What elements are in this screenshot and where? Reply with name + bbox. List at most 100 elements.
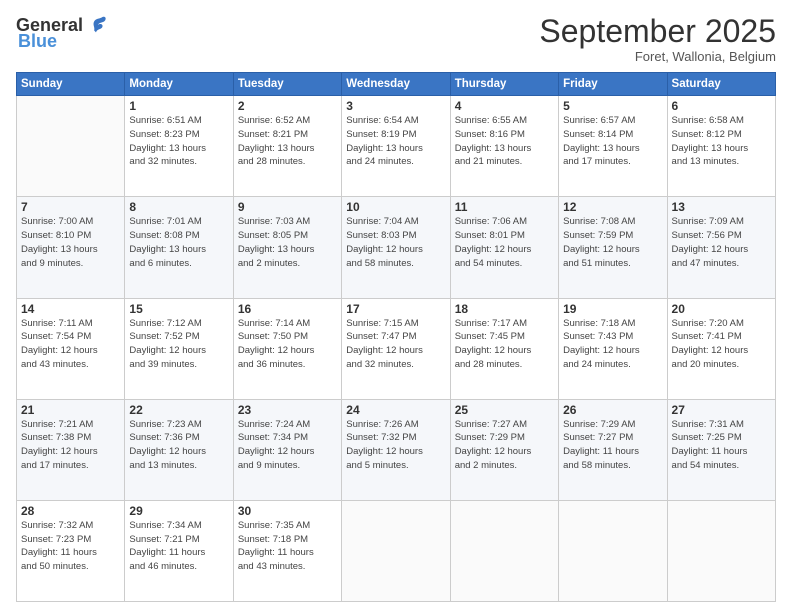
day-info: Sunrise: 6:58 AMSunset: 8:12 PMDaylight:…	[672, 114, 771, 169]
calendar-cell: 3Sunrise: 6:54 AMSunset: 8:19 PMDaylight…	[342, 96, 450, 197]
calendar-cell: 2Sunrise: 6:52 AMSunset: 8:21 PMDaylight…	[233, 96, 341, 197]
calendar-cell: 8Sunrise: 7:01 AMSunset: 8:08 PMDaylight…	[125, 197, 233, 298]
calendar-cell: 12Sunrise: 7:08 AMSunset: 7:59 PMDayligh…	[559, 197, 667, 298]
header: General Blue September 2025 Foret, Wallo…	[16, 14, 776, 64]
day-number: 11	[455, 200, 554, 214]
page: General Blue September 2025 Foret, Wallo…	[0, 0, 792, 612]
day-number: 6	[672, 99, 771, 113]
day-info: Sunrise: 7:21 AMSunset: 7:38 PMDaylight:…	[21, 418, 120, 473]
calendar-cell: 19Sunrise: 7:18 AMSunset: 7:43 PMDayligh…	[559, 298, 667, 399]
calendar-week-row: 14Sunrise: 7:11 AMSunset: 7:54 PMDayligh…	[17, 298, 776, 399]
month-title: September 2025	[539, 14, 776, 49]
day-number: 18	[455, 302, 554, 316]
day-info: Sunrise: 7:20 AMSunset: 7:41 PMDaylight:…	[672, 317, 771, 372]
calendar-cell: 7Sunrise: 7:00 AMSunset: 8:10 PMDaylight…	[17, 197, 125, 298]
subtitle: Foret, Wallonia, Belgium	[539, 49, 776, 64]
calendar-cell	[667, 500, 775, 601]
day-number: 21	[21, 403, 120, 417]
calendar-header-tuesday: Tuesday	[233, 73, 341, 96]
day-info: Sunrise: 7:34 AMSunset: 7:21 PMDaylight:…	[129, 519, 228, 574]
day-number: 24	[346, 403, 445, 417]
calendar-header-saturday: Saturday	[667, 73, 775, 96]
day-number: 20	[672, 302, 771, 316]
day-number: 9	[238, 200, 337, 214]
calendar-header-friday: Friday	[559, 73, 667, 96]
day-info: Sunrise: 7:32 AMSunset: 7:23 PMDaylight:…	[21, 519, 120, 574]
calendar-header-thursday: Thursday	[450, 73, 558, 96]
day-info: Sunrise: 7:23 AMSunset: 7:36 PMDaylight:…	[129, 418, 228, 473]
calendar-cell: 17Sunrise: 7:15 AMSunset: 7:47 PMDayligh…	[342, 298, 450, 399]
day-info: Sunrise: 7:06 AMSunset: 8:01 PMDaylight:…	[455, 215, 554, 270]
logo: General Blue	[16, 14, 107, 50]
day-number: 13	[672, 200, 771, 214]
day-number: 3	[346, 99, 445, 113]
day-info: Sunrise: 7:00 AMSunset: 8:10 PMDaylight:…	[21, 215, 120, 270]
day-info: Sunrise: 7:14 AMSunset: 7:50 PMDaylight:…	[238, 317, 337, 372]
day-info: Sunrise: 6:54 AMSunset: 8:19 PMDaylight:…	[346, 114, 445, 169]
day-info: Sunrise: 7:18 AMSunset: 7:43 PMDaylight:…	[563, 317, 662, 372]
logo-text-blue: Blue	[18, 32, 107, 50]
day-number: 19	[563, 302, 662, 316]
calendar-week-row: 28Sunrise: 7:32 AMSunset: 7:23 PMDayligh…	[17, 500, 776, 601]
day-info: Sunrise: 7:12 AMSunset: 7:52 PMDaylight:…	[129, 317, 228, 372]
calendar-cell: 30Sunrise: 7:35 AMSunset: 7:18 PMDayligh…	[233, 500, 341, 601]
calendar-week-row: 1Sunrise: 6:51 AMSunset: 8:23 PMDaylight…	[17, 96, 776, 197]
calendar-cell: 11Sunrise: 7:06 AMSunset: 8:01 PMDayligh…	[450, 197, 558, 298]
title-block: September 2025 Foret, Wallonia, Belgium	[539, 14, 776, 64]
day-number: 16	[238, 302, 337, 316]
calendar-cell: 13Sunrise: 7:09 AMSunset: 7:56 PMDayligh…	[667, 197, 775, 298]
day-number: 26	[563, 403, 662, 417]
day-number: 14	[21, 302, 120, 316]
day-info: Sunrise: 7:17 AMSunset: 7:45 PMDaylight:…	[455, 317, 554, 372]
day-number: 7	[21, 200, 120, 214]
calendar-header-sunday: Sunday	[17, 73, 125, 96]
day-number: 30	[238, 504, 337, 518]
calendar-cell: 20Sunrise: 7:20 AMSunset: 7:41 PMDayligh…	[667, 298, 775, 399]
calendar-cell: 29Sunrise: 7:34 AMSunset: 7:21 PMDayligh…	[125, 500, 233, 601]
calendar-cell: 10Sunrise: 7:04 AMSunset: 8:03 PMDayligh…	[342, 197, 450, 298]
day-number: 1	[129, 99, 228, 113]
day-info: Sunrise: 6:52 AMSunset: 8:21 PMDaylight:…	[238, 114, 337, 169]
day-number: 17	[346, 302, 445, 316]
calendar-cell	[559, 500, 667, 601]
day-number: 15	[129, 302, 228, 316]
calendar-header-wednesday: Wednesday	[342, 73, 450, 96]
calendar-cell: 23Sunrise: 7:24 AMSunset: 7:34 PMDayligh…	[233, 399, 341, 500]
calendar-cell: 26Sunrise: 7:29 AMSunset: 7:27 PMDayligh…	[559, 399, 667, 500]
calendar-header-row: SundayMondayTuesdayWednesdayThursdayFrid…	[17, 73, 776, 96]
day-number: 5	[563, 99, 662, 113]
day-info: Sunrise: 7:31 AMSunset: 7:25 PMDaylight:…	[672, 418, 771, 473]
day-number: 10	[346, 200, 445, 214]
day-info: Sunrise: 6:55 AMSunset: 8:16 PMDaylight:…	[455, 114, 554, 169]
day-info: Sunrise: 7:26 AMSunset: 7:32 PMDaylight:…	[346, 418, 445, 473]
calendar-cell: 27Sunrise: 7:31 AMSunset: 7:25 PMDayligh…	[667, 399, 775, 500]
calendar-cell: 21Sunrise: 7:21 AMSunset: 7:38 PMDayligh…	[17, 399, 125, 500]
calendar-cell: 9Sunrise: 7:03 AMSunset: 8:05 PMDaylight…	[233, 197, 341, 298]
calendar-cell: 18Sunrise: 7:17 AMSunset: 7:45 PMDayligh…	[450, 298, 558, 399]
day-number: 22	[129, 403, 228, 417]
day-info: Sunrise: 7:03 AMSunset: 8:05 PMDaylight:…	[238, 215, 337, 270]
day-number: 25	[455, 403, 554, 417]
day-info: Sunrise: 6:51 AMSunset: 8:23 PMDaylight:…	[129, 114, 228, 169]
day-number: 28	[21, 504, 120, 518]
day-number: 4	[455, 99, 554, 113]
day-number: 27	[672, 403, 771, 417]
day-info: Sunrise: 7:01 AMSunset: 8:08 PMDaylight:…	[129, 215, 228, 270]
calendar-week-row: 7Sunrise: 7:00 AMSunset: 8:10 PMDaylight…	[17, 197, 776, 298]
calendar-cell: 16Sunrise: 7:14 AMSunset: 7:50 PMDayligh…	[233, 298, 341, 399]
day-info: Sunrise: 7:08 AMSunset: 7:59 PMDaylight:…	[563, 215, 662, 270]
day-info: Sunrise: 7:11 AMSunset: 7:54 PMDaylight:…	[21, 317, 120, 372]
calendar-cell	[450, 500, 558, 601]
day-number: 29	[129, 504, 228, 518]
day-info: Sunrise: 7:24 AMSunset: 7:34 PMDaylight:…	[238, 418, 337, 473]
day-number: 23	[238, 403, 337, 417]
calendar-cell	[17, 96, 125, 197]
calendar-cell	[342, 500, 450, 601]
calendar-cell: 24Sunrise: 7:26 AMSunset: 7:32 PMDayligh…	[342, 399, 450, 500]
day-info: Sunrise: 7:15 AMSunset: 7:47 PMDaylight:…	[346, 317, 445, 372]
day-info: Sunrise: 7:29 AMSunset: 7:27 PMDaylight:…	[563, 418, 662, 473]
day-info: Sunrise: 7:09 AMSunset: 7:56 PMDaylight:…	[672, 215, 771, 270]
calendar-cell: 1Sunrise: 6:51 AMSunset: 8:23 PMDaylight…	[125, 96, 233, 197]
calendar-cell: 22Sunrise: 7:23 AMSunset: 7:36 PMDayligh…	[125, 399, 233, 500]
calendar-table: SundayMondayTuesdayWednesdayThursdayFrid…	[16, 72, 776, 602]
